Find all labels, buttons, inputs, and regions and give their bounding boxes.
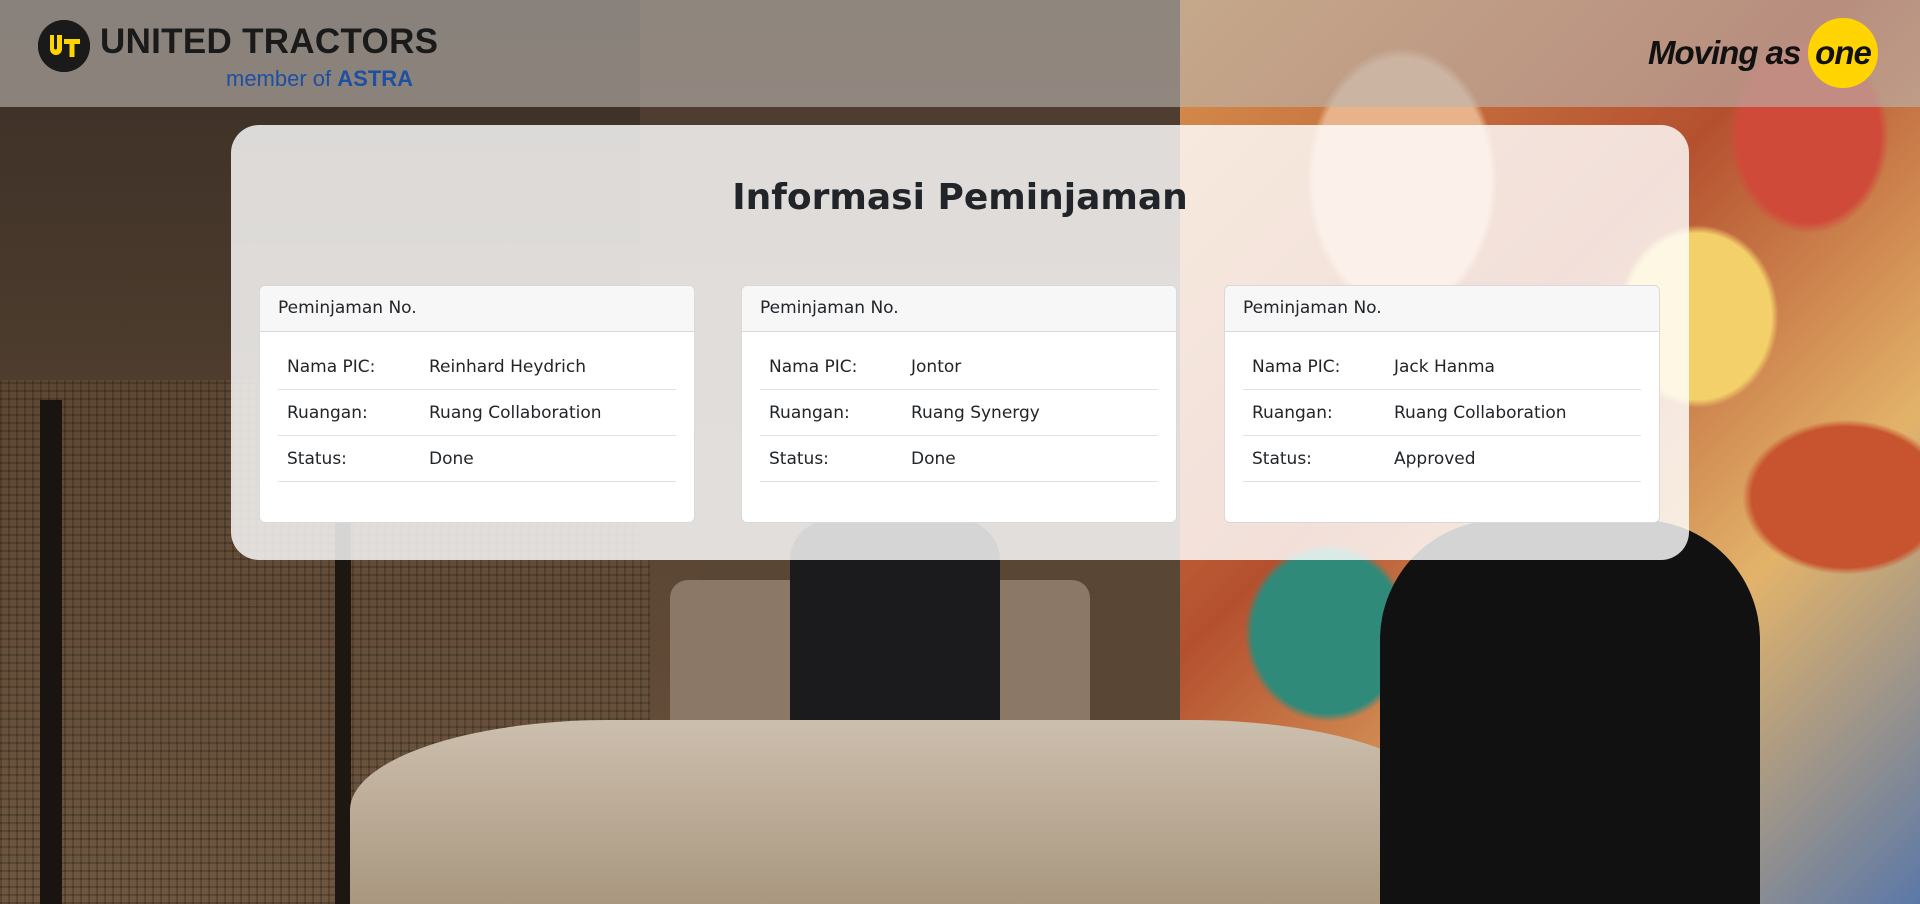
ut-logo-icon bbox=[38, 20, 90, 72]
background-person bbox=[1380, 520, 1760, 904]
loan-card: Peminjaman No. Nama PIC: Jack Hanma Ruan… bbox=[1224, 285, 1660, 523]
row-label: Ruangan: bbox=[1252, 402, 1333, 423]
row-value: Jack Hanma bbox=[1394, 356, 1495, 377]
brand-name: UNITED TRACTORS bbox=[100, 22, 439, 61]
loan-row-pic: Nama PIC: Jontor bbox=[760, 344, 1158, 390]
row-label: Nama PIC: bbox=[287, 356, 376, 377]
loan-row-status: Status: Done bbox=[278, 436, 676, 482]
loan-card: Peminjaman No. Nama PIC: Reinhard Heydri… bbox=[259, 285, 695, 523]
row-label: Ruangan: bbox=[287, 402, 368, 423]
loan-card: Peminjaman No. Nama PIC: Jontor Ruangan:… bbox=[741, 285, 1177, 523]
brand-subtitle: member of ASTRA bbox=[226, 66, 413, 92]
loan-row-pic: Nama PIC: Reinhard Heydrich bbox=[278, 344, 676, 390]
top-navbar: UNITED TRACTORS member of ASTRA Moving a… bbox=[0, 0, 1920, 107]
row-label: Nama PIC: bbox=[1252, 356, 1341, 377]
background-post bbox=[40, 400, 62, 904]
row-value: Done bbox=[429, 448, 474, 469]
brand-subtitle-astra: ASTRA bbox=[337, 66, 414, 91]
loan-card-body: Nama PIC: Jack Hanma Ruangan: Ruang Coll… bbox=[1225, 332, 1659, 482]
row-label: Status: bbox=[287, 448, 347, 469]
loan-row-pic: Nama PIC: Jack Hanma bbox=[1243, 344, 1641, 390]
loan-card-body: Nama PIC: Jontor Ruangan: Ruang Synergy … bbox=[742, 332, 1176, 482]
brand-logo[interactable]: UNITED TRACTORS member of ASTRA bbox=[38, 18, 439, 92]
row-value: Jontor bbox=[911, 356, 962, 377]
row-label: Nama PIC: bbox=[769, 356, 858, 377]
row-value: Approved bbox=[1394, 448, 1476, 469]
row-value: Ruang Collaboration bbox=[429, 402, 602, 423]
tagline-text: Moving as bbox=[1648, 34, 1801, 71]
row-value: Ruang Synergy bbox=[911, 402, 1040, 423]
loan-card-header: Peminjaman No. bbox=[742, 286, 1176, 332]
row-label: Status: bbox=[769, 448, 829, 469]
loan-row-status: Status: Approved bbox=[1243, 436, 1641, 482]
loan-card-header: Peminjaman No. bbox=[260, 286, 694, 332]
row-label: Ruangan: bbox=[769, 402, 850, 423]
row-label: Status: bbox=[1252, 448, 1312, 469]
background-reception-desk bbox=[350, 720, 1450, 904]
page-title: Informasi Peminjaman bbox=[732, 177, 1188, 218]
loan-info-panel: Informasi Peminjaman Peminjaman No. Nama… bbox=[231, 125, 1689, 560]
loan-row-room: Ruangan: Ruang Synergy bbox=[760, 390, 1158, 436]
row-value: Ruang Collaboration bbox=[1394, 402, 1567, 423]
loan-card-header: Peminjaman No. bbox=[1225, 286, 1659, 332]
loan-row-room: Ruangan: Ruang Collaboration bbox=[278, 390, 676, 436]
loan-row-status: Status: Done bbox=[760, 436, 1158, 482]
tagline-logo: Moving as one bbox=[1648, 18, 1888, 88]
tagline-highlight: one bbox=[1815, 34, 1872, 71]
row-value: Done bbox=[911, 448, 956, 469]
loan-row-room: Ruangan: Ruang Collaboration bbox=[1243, 390, 1641, 436]
brand-subtitle-prefix: member of bbox=[226, 66, 338, 91]
loan-card-body: Nama PIC: Reinhard Heydrich Ruangan: Rua… bbox=[260, 332, 694, 482]
row-value: Reinhard Heydrich bbox=[429, 356, 587, 377]
